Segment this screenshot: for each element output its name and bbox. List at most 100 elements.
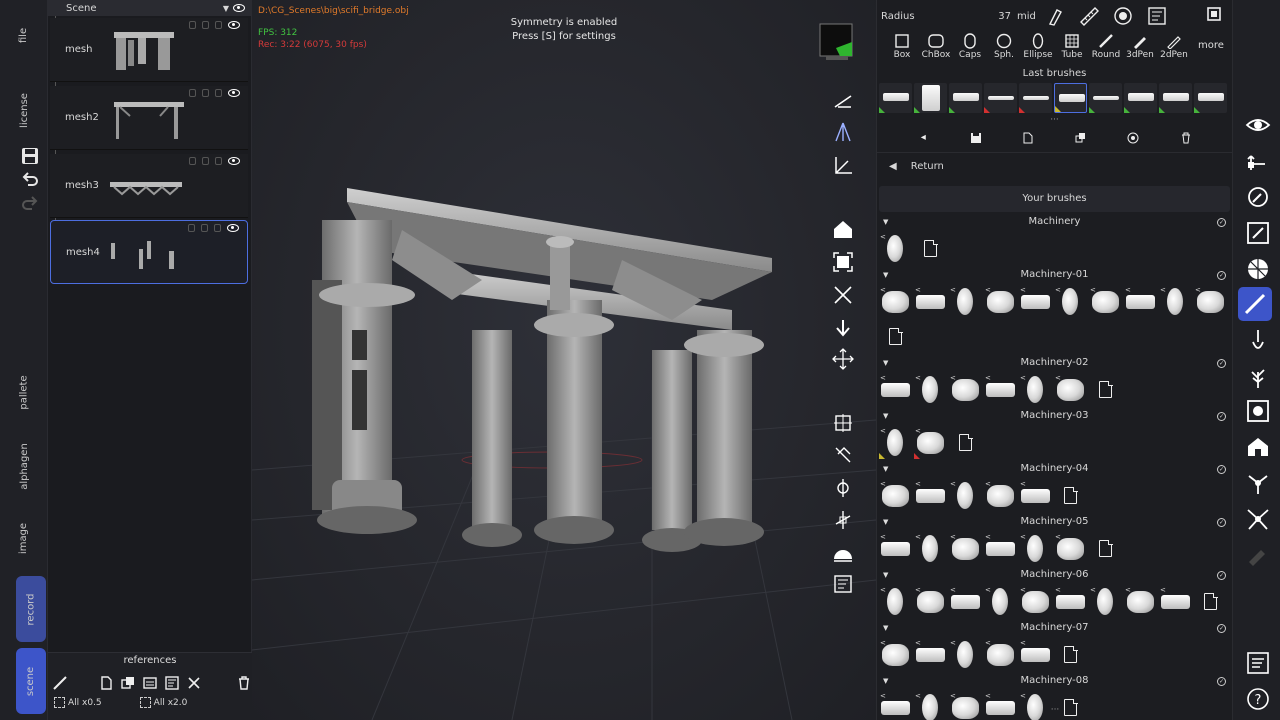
settings-list-icon[interactable]: [832, 573, 854, 595]
brush-stroke-icon[interactable]: [52, 675, 68, 691]
help-icon[interactable]: ?: [1245, 686, 1271, 712]
brush-item[interactable]: <: [984, 285, 1017, 318]
visibility-eye-icon[interactable]: [228, 89, 240, 97]
brush-group-header[interactable]: ▼ Machinery-03 ✓: [877, 410, 1232, 424]
last-brush-item[interactable]: [1089, 83, 1122, 113]
pen-pressure-icon[interactable]: [1045, 6, 1065, 26]
brush-item[interactable]: <: [1019, 585, 1052, 618]
last-brush-item[interactable]: [1019, 83, 1052, 113]
brush-group-header[interactable]: ▼ Machinery-07 ✓: [877, 622, 1232, 636]
radius-value[interactable]: 37: [985, 11, 1011, 22]
frame-icon[interactable]: [832, 251, 854, 273]
brush-item[interactable]: <: [914, 585, 947, 618]
last-brush-item[interactable]: [984, 83, 1017, 113]
lock-icon[interactable]: [188, 224, 195, 232]
tab-alphagen[interactable]: alphagen: [0, 436, 48, 496]
close-icon[interactable]: [186, 675, 202, 691]
new-file-icon[interactable]: [1022, 132, 1034, 144]
brush-item[interactable]: <: [914, 479, 947, 512]
gizmo-axes-icon[interactable]: [832, 154, 854, 176]
brush-group-header[interactable]: ▼ Machinery ✓: [877, 216, 1232, 230]
transform-gizmo-icon[interactable]: [832, 477, 854, 499]
plant-tool-icon[interactable]: [1245, 364, 1271, 390]
mesh-row-mesh2[interactable]: mesh2: [50, 86, 248, 150]
collapse-caret-icon[interactable]: ▼: [883, 218, 888, 226]
settings-list-icon[interactable]: [1245, 650, 1271, 676]
tab-license[interactable]: license: [0, 82, 48, 138]
wire-icon[interactable]: [215, 89, 222, 97]
brush-item[interactable]: <: [879, 373, 912, 406]
compass-icon[interactable]: [1245, 184, 1271, 210]
tab-file[interactable]: file: [0, 10, 48, 60]
brush-item[interactable]: <: [1054, 285, 1087, 318]
last-brush-item[interactable]: [914, 83, 947, 113]
wire-icon[interactable]: [214, 224, 221, 232]
brush-item[interactable]: <: [914, 532, 947, 565]
scene-visibility-eye-icon[interactable]: [233, 4, 245, 12]
wire-icon[interactable]: [215, 157, 222, 165]
move-down-icon[interactable]: [832, 317, 854, 339]
duplicate-icon[interactable]: [1075, 132, 1087, 144]
settings-list-icon[interactable]: [164, 675, 180, 691]
brush-tool-active[interactable]: [1238, 287, 1272, 321]
brush-item[interactable]: <: [984, 638, 1017, 671]
last-brush-item-selected[interactable]: [1054, 83, 1087, 113]
brush-item[interactable]: <: [949, 373, 982, 406]
collapse-caret-icon[interactable]: ▼: [883, 412, 888, 420]
collapse-caret-icon[interactable]: ▼: [883, 271, 888, 279]
brush-item[interactable]: <: [914, 373, 947, 406]
brush-item[interactable]: <: [949, 285, 982, 318]
home-icon[interactable]: [832, 218, 854, 240]
brush-group-header[interactable]: ▼ Machinery-08 ✓: [877, 675, 1232, 689]
pivot-gizmo-icon[interactable]: [832, 509, 854, 531]
target-icon[interactable]: [1127, 132, 1139, 144]
texture-tool-icon[interactable]: [1245, 398, 1271, 424]
group-check-icon[interactable]: ✓: [1217, 518, 1226, 527]
brush-item[interactable]: <: [914, 426, 947, 459]
collapse-caret-icon[interactable]: ▼: [883, 677, 888, 685]
trash-icon[interactable]: [236, 675, 252, 691]
shape-box[interactable]: Box: [885, 32, 919, 60]
brush-group-header[interactable]: ▼ Machinery-06 ✓: [877, 569, 1232, 583]
redo-icon[interactable]: [20, 194, 40, 214]
brush-item[interactable]: <: [984, 373, 1017, 406]
brush-settings-icon[interactable]: [1147, 6, 1167, 26]
group-check-icon[interactable]: ✓: [1217, 271, 1226, 280]
brush-item[interactable]: <: [879, 638, 912, 671]
joint-tool-icon[interactable]: [1245, 506, 1271, 532]
visibility-eye-icon[interactable]: [228, 21, 240, 29]
return-button[interactable]: ◀ Return: [877, 152, 1232, 180]
brush-item[interactable]: <: [879, 426, 912, 459]
collapse-caret-icon[interactable]: ▼: [883, 359, 888, 367]
brush-item[interactable]: <: [949, 479, 982, 512]
house-mesh-icon[interactable]: [1245, 434, 1271, 460]
dropdown-arrow-icon[interactable]: ▼: [223, 4, 229, 13]
shape-2dpen[interactable]: 2dPen: [1157, 32, 1191, 60]
brush-item[interactable]: <: [879, 585, 912, 618]
alpha-icon[interactable]: [1113, 6, 1133, 26]
brush-item[interactable]: <: [879, 532, 912, 565]
brush-item[interactable]: <: [1019, 285, 1052, 318]
add-brush-button[interactable]: [949, 426, 982, 459]
gizmo-tool-icon[interactable]: [1245, 148, 1271, 174]
brush-item[interactable]: <: [1089, 285, 1122, 318]
brush-item[interactable]: <: [1054, 373, 1087, 406]
solo-icon[interactable]: [202, 89, 209, 97]
mesh-row-mesh4[interactable]: mesh4: [50, 220, 248, 284]
scale-down-button[interactable]: All x0.5: [54, 697, 102, 708]
symmetry-icon[interactable]: [832, 121, 854, 143]
collapse-caret-icon[interactable]: ▼: [883, 518, 888, 526]
brush-item[interactable]: <: [1159, 585, 1192, 618]
radius-mode[interactable]: mid: [1017, 11, 1045, 22]
last-brush-item[interactable]: [1124, 83, 1157, 113]
group-check-icon[interactable]: ✓: [1217, 677, 1226, 686]
scale-up-button[interactable]: All x2.0: [139, 697, 187, 708]
brush-item[interactable]: <: [949, 532, 982, 565]
edit-box-icon[interactable]: [1245, 220, 1271, 246]
3d-viewport[interactable]: D:\CG_Scenes\big\scifi_bridge.obj FPS: 3…: [252, 0, 876, 720]
lock-icon[interactable]: [189, 157, 196, 165]
tab-pallete[interactable]: pallete: [0, 362, 48, 422]
shape-caps[interactable]: Caps: [953, 32, 987, 60]
group-check-icon[interactable]: ✓: [1217, 624, 1226, 633]
brush-group-header[interactable]: ▼ Machinery-01 ✓: [877, 269, 1232, 283]
